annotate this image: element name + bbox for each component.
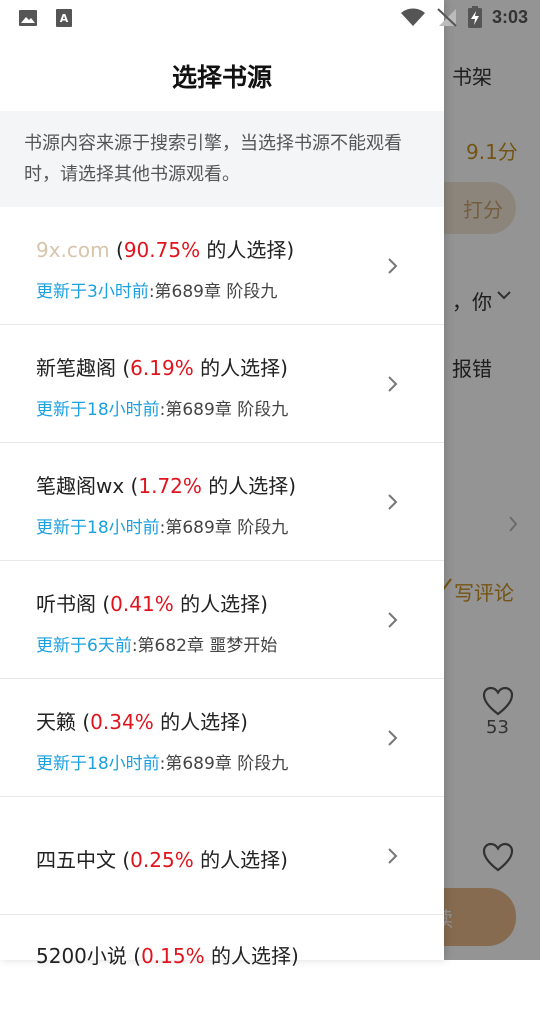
battery-charging-icon [467, 6, 482, 28]
status-time: 3:03 [491, 6, 528, 27]
source-item[interactable]: 四五中文 (0.25% 的人选择) [0, 797, 444, 915]
latest-chapter: :第689章 阶段九 [159, 754, 289, 774]
svg-text:A: A [60, 12, 69, 25]
source-item[interactable]: 笔趣阁wx (1.72% 的人选择) 更新于18小时前:第689章 阶段九 [0, 443, 444, 561]
update-time: 更新于3小时前 [36, 282, 149, 302]
source-percent: 6.19% [130, 356, 194, 380]
source-name: 天籁 [36, 710, 76, 734]
source-item[interactable]: 9x.com (90.75% 的人选择) 更新于3小时前:第689章 阶段九 [0, 207, 444, 325]
latest-chapter: :第689章 阶段九 [159, 518, 289, 538]
source-name: 9x.com [36, 238, 110, 262]
source-percent: 0.41% [110, 592, 174, 616]
update-time: 更新于6天前 [36, 636, 132, 656]
chevron-right-icon [388, 848, 398, 864]
source-name: 笔趣阁wx [36, 474, 125, 498]
source-percent: 0.15% [141, 944, 205, 968]
latest-chapter: :第689章 阶段九 [148, 282, 278, 302]
source-list: 9x.com (90.75% 的人选择) 更新于3小时前:第689章 阶段九 新… [0, 207, 444, 1033]
status-bar: A 3:03 [0, 0, 540, 36]
source-name: 听书阁 [36, 592, 96, 616]
chevron-right-icon [388, 258, 398, 274]
update-time: 更新于18小时前 [36, 400, 160, 420]
source-percent: 90.75% [123, 238, 201, 262]
source-notice: 书源内容来源于搜索引擎，当选择书源不能观看时，请选择其他书源观看。 [0, 111, 444, 207]
source-item[interactable]: 天籁 (0.34% 的人选择) 更新于18小时前:第689章 阶段九 [0, 679, 444, 797]
chevron-right-icon [388, 376, 398, 392]
source-percent: 0.34% [90, 710, 154, 734]
source-name: 四五中文 [36, 848, 116, 872]
drawer-title: 选择书源 [171, 63, 272, 92]
chevron-right-icon [388, 612, 398, 628]
source-percent: 0.25% [130, 848, 194, 872]
no-signal-icon [437, 8, 457, 27]
source-percent: 1.72% [138, 474, 202, 498]
latest-chapter: :第689章 阶段九 [159, 400, 289, 420]
source-selection-drawer: 选择书源 书源内容来源于搜索引擎，当选择书源不能观看时，请选择其他书源观看。 9… [0, 0, 444, 968]
source-name: 5200小说 [36, 944, 127, 968]
wifi-icon [400, 8, 425, 26]
source-item[interactable]: 5200小说 (0.15% 的人选择) [0, 915, 444, 1033]
source-name: 新笔趣阁 [36, 356, 116, 380]
font-notification-icon: A [56, 9, 72, 27]
notice-text: 书源内容来源于搜索引擎，当选择书源不能观看时，请选择其他书源观看。 [24, 133, 402, 185]
latest-chapter: :第682章 噩梦开始 [131, 636, 278, 656]
source-item[interactable]: 新笔趣阁 (6.19% 的人选择) 更新于18小时前:第689章 阶段九 [0, 325, 444, 443]
update-time: 更新于18小时前 [36, 518, 160, 538]
chevron-right-icon [388, 494, 398, 510]
image-notification-icon [19, 10, 37, 26]
chevron-right-icon [388, 730, 398, 746]
update-time: 更新于18小时前 [36, 754, 160, 774]
source-item[interactable]: 听书阁 (0.41% 的人选择) 更新于6天前:第682章 噩梦开始 [0, 561, 444, 679]
